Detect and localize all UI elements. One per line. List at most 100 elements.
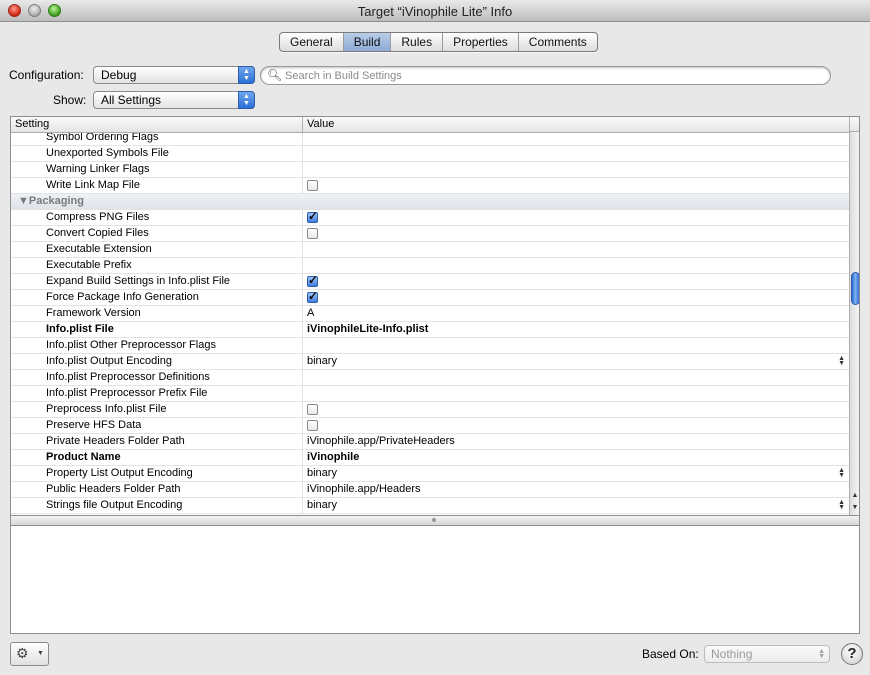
column-separator [302,482,303,498]
setting-value[interactable]: binary [307,467,337,479]
tab-comments[interactable]: Comments [519,33,597,51]
setting-value[interactable]: A [307,307,314,319]
popup-stepper-icon[interactable]: ▲ ▼ [838,499,845,511]
table-row[interactable]: Unexported Symbols File [11,146,849,162]
setting-name: Private Headers Folder Path [46,435,185,447]
scroll-down-icon[interactable]: ▼ [850,502,859,513]
setting-name: Preserve HFS Data [46,419,142,431]
setting-value[interactable]: iVinophileLite-Info.plist [307,323,428,335]
table-row[interactable]: Info.plist Output Encoding binary ▲ ▼ [11,354,849,370]
checkbox[interactable] [307,228,318,239]
column-header-setting[interactable]: Setting [15,118,49,130]
popup-stepper-icon[interactable]: ▲ ▼ [838,467,845,479]
setting-value[interactable]: binary [307,355,337,367]
setting-value[interactable]: iVinophile.app/PrivateHeaders [307,435,455,447]
table-rows: Symbol Ordering Flags Unexported Symbols … [11,130,849,514]
popup-arrows-icon: ▲ ▼ [238,66,255,84]
table-row[interactable]: Property List Output Encoding binary ▲ ▼ [11,466,849,482]
help-icon[interactable]: ? [841,643,863,665]
table-row[interactable]: Write Link Map File [11,178,849,194]
column-separator [302,498,303,514]
column-header-value[interactable]: Value [307,118,334,130]
gear-icon: ⚙ [16,645,29,661]
table-row[interactable]: Framework Version A [11,306,849,322]
checkbox-checked[interactable] [307,209,318,223]
table-row[interactable]: Executable Prefix [11,258,849,274]
column-divider[interactable] [302,117,303,132]
tab-rules[interactable]: Rules [391,33,444,51]
checkbox-checked[interactable] [307,273,318,287]
show-label: Show: [53,93,87,107]
checkbox[interactable] [307,420,318,431]
table-row[interactable]: Product Name iVinophile [11,450,849,466]
configuration-popup[interactable]: Debug ▲ ▼ [93,66,255,84]
table-row[interactable]: Compress PNG Files [11,209,849,226]
table-row[interactable]: Info.plist Preprocessor Definitions [11,370,849,386]
column-separator [302,418,303,434]
splitter-handle-icon [432,518,436,522]
title-bar: Target “iVinophile Lite” Info [0,0,870,22]
description-pane [10,525,860,634]
split-view-divider[interactable] [10,516,860,525]
configuration-label: Configuration: [9,68,84,82]
column-separator [302,402,303,418]
show-value: All Settings [101,93,162,107]
table-row[interactable]: Info.plist File iVinophileLite-Info.plist [11,322,849,338]
header-corner [849,117,859,132]
column-separator [302,242,303,258]
popup-arrows-icon: ▲ ▼ [818,648,825,660]
setting-name: Convert Copied Files [46,227,149,239]
column-separator [302,322,303,338]
column-separator [302,290,303,306]
configuration-value: Debug [101,68,137,82]
table-row[interactable]: Executable Extension [11,242,849,258]
table-row[interactable]: Public Headers Folder Path iVinophile.app… [11,482,849,498]
tab-build[interactable]: Build [343,33,392,51]
based-on-label: Based On: [642,647,699,661]
setting-name: Force Package Info Generation [46,291,199,303]
table-row[interactable]: Warning Linker Flags [11,162,849,178]
show-popup[interactable]: All Settings ▲ ▼ [93,91,255,109]
column-separator [302,434,303,450]
column-separator [302,146,303,162]
setting-name: Product Name [46,451,121,463]
search-input[interactable] [285,68,815,83]
table-row[interactable]: Force Package Info Generation [11,289,849,306]
build-settings-table: Symbol Ordering Flags Unexported Symbols … [10,116,860,516]
column-separator [302,354,303,370]
table-row[interactable]: Preprocess Info.plist File [11,402,849,418]
setting-value[interactable]: iVinophile [307,451,359,463]
tab-general[interactable]: General [280,33,344,51]
action-menu-button[interactable]: ⚙ ▼ [10,642,49,666]
popup-stepper-icon[interactable]: ▲ ▼ [838,355,845,367]
table-row[interactable]: Info.plist Preprocessor Prefix File [11,386,849,402]
table-row[interactable]: Strings file Output Encoding binary ▲ ▼ [11,498,849,514]
table-header: Setting Value [11,117,849,133]
column-separator [302,386,303,402]
table-row[interactable]: Preserve HFS Data [11,418,849,434]
scroll-up-icon[interactable]: ▲ [850,490,859,501]
checkbox[interactable] [307,404,318,415]
column-separator [302,306,303,322]
tab-properties[interactable]: Properties [443,33,519,51]
table-row[interactable]: Expand Build Settings in Info.plist File [11,273,849,290]
group-row[interactable]: ▼Packaging [11,194,849,210]
checkbox-checked[interactable] [307,289,318,303]
setting-name: Executable Prefix [46,259,132,271]
column-separator [302,258,303,274]
setting-name: Expand Build Settings in Info.plist File [46,275,231,287]
setting-name: Framework Version [46,307,141,319]
table-row[interactable]: Private Headers Folder Path iVinophile.ap… [11,434,849,450]
setting-name: Property List Output Encoding [46,467,193,479]
checkbox[interactable] [307,180,318,191]
table-row[interactable]: Convert Copied Files [11,226,849,242]
setting-name: Info.plist File [46,323,114,335]
setting-value[interactable]: binary [307,499,337,511]
vertical-scrollbar[interactable]: ▲ ▼ [849,132,859,515]
setting-value[interactable]: iVinophile.app/Headers [307,483,421,495]
setting-name: Write Link Map File [46,179,140,191]
column-separator [302,210,303,226]
scrollbar-thumb[interactable] [851,272,859,305]
table-row[interactable]: Info.plist Other Preprocessor Flags [11,338,849,354]
search-field[interactable]: 🔍︎ [260,66,831,85]
